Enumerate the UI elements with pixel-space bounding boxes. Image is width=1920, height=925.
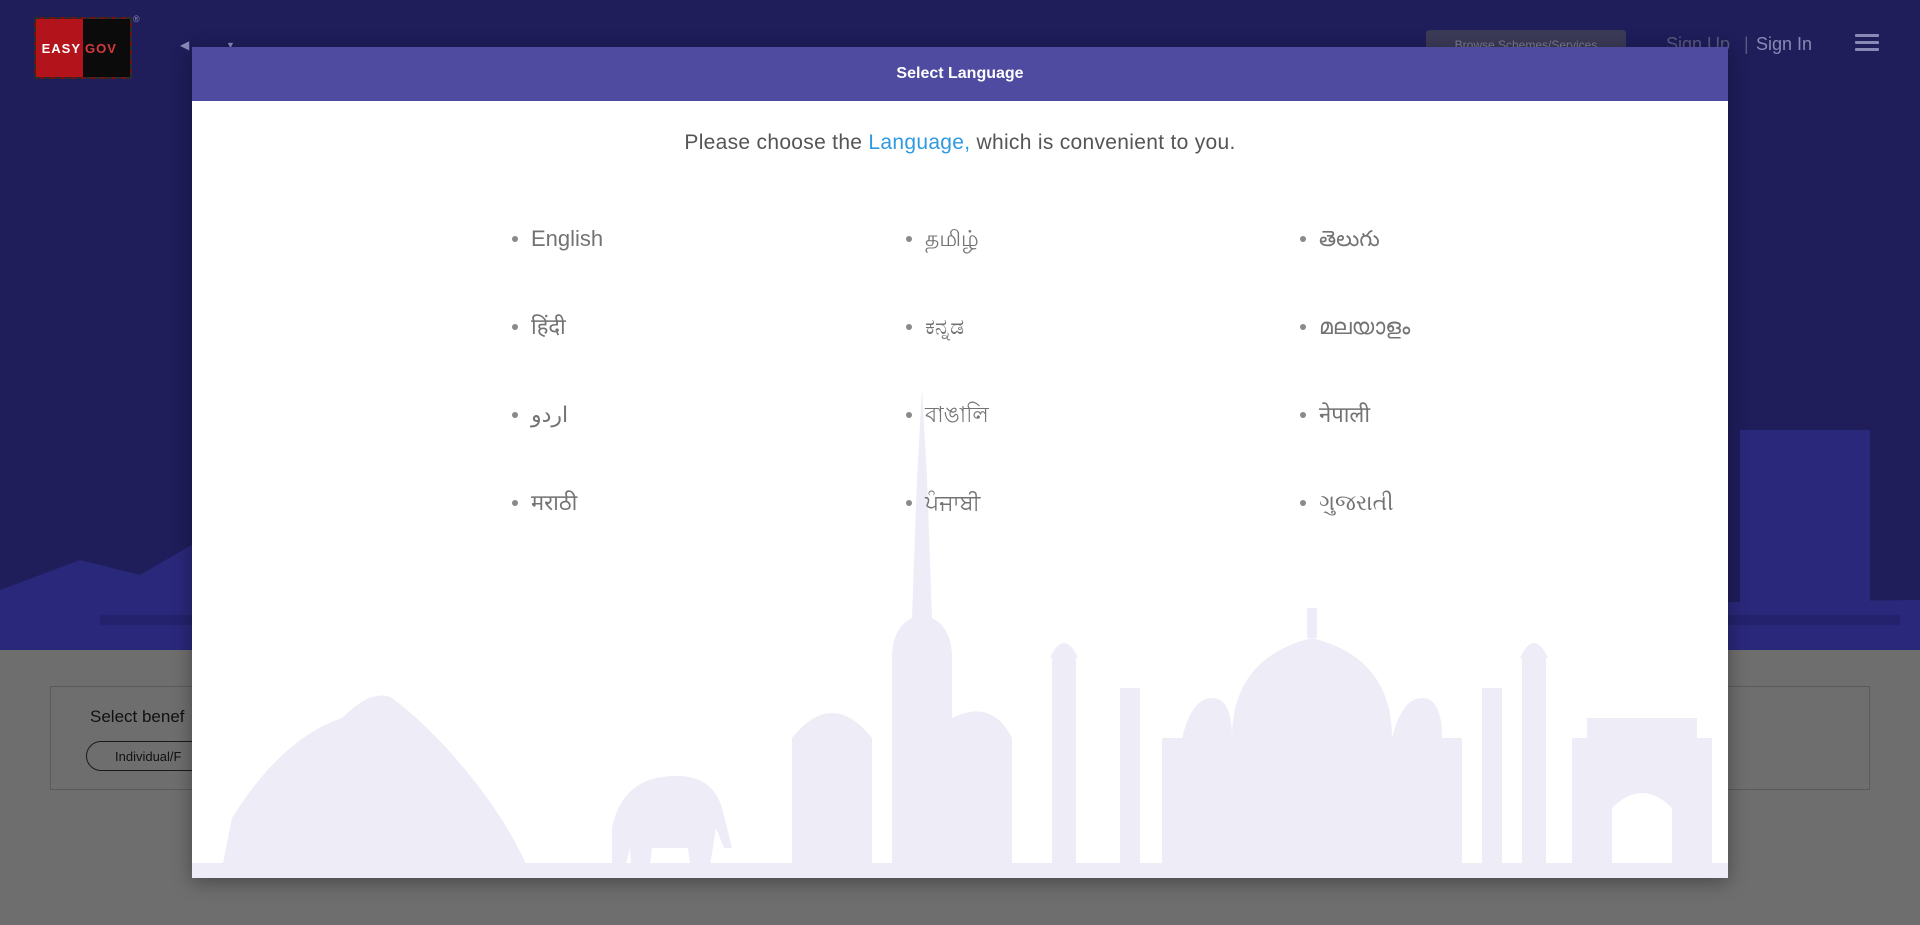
- language-option-tamil[interactable]: தமிழ்: [906, 225, 1206, 313]
- language-column-3: తెలుగు മലയാളം नेपाली ગુજરાતી: [1300, 225, 1600, 577]
- modal-title: Select Language: [192, 47, 1728, 101]
- logo-easy-text: EASY: [36, 19, 83, 77]
- nav-separator: |: [1744, 34, 1749, 54]
- arrow-left-icon[interactable]: ◀: [180, 38, 189, 52]
- language-option-nepali[interactable]: नेपाली: [1300, 401, 1600, 489]
- language-option-hindi[interactable]: हिंदी: [512, 313, 812, 401]
- language-option-kannada[interactable]: ಕನ್ನಡ: [906, 313, 1206, 401]
- language-option-marathi[interactable]: मराठी: [512, 489, 812, 577]
- language-option-urdu[interactable]: اردو: [512, 401, 812, 489]
- intro-text-highlight: Language,: [868, 131, 971, 154]
- language-column-2: தமிழ் ಕನ್ನಡ বাঙালি ਪੰਜਾਬੀ: [906, 225, 1206, 577]
- language-option-bengali[interactable]: বাঙালি: [906, 401, 1206, 489]
- language-option-telugu[interactable]: తెలుగు: [1300, 225, 1600, 313]
- language-modal: Select Language Please choose the Langua…: [192, 47, 1728, 878]
- logo-gov-text: GOV: [83, 19, 130, 77]
- intro-text-end: which is convenient to you.: [970, 131, 1236, 154]
- language-option-gujarati[interactable]: ગુજરાતી: [1300, 489, 1600, 577]
- intro-text-start: Please choose the: [684, 131, 869, 154]
- beneficiary-individual-pill[interactable]: Individual/F: [86, 741, 206, 771]
- easygov-logo[interactable]: EASY GOV: [34, 17, 132, 79]
- sign-in-link[interactable]: Sign In: [1756, 34, 1812, 55]
- language-column-1: English हिंदी اردو मराठी: [512, 225, 812, 577]
- language-intro-text: Please choose the Language, which is con…: [192, 131, 1728, 155]
- language-option-punjabi[interactable]: ਪੰਜਾਬੀ: [906, 489, 1206, 577]
- language-option-english[interactable]: English: [512, 225, 812, 313]
- registered-mark: ®: [133, 14, 140, 24]
- language-option-malayalam[interactable]: മലയാളം: [1300, 313, 1600, 401]
- hamburger-menu-icon[interactable]: [1855, 34, 1879, 52]
- beneficiary-label: Select benef: [90, 707, 185, 726]
